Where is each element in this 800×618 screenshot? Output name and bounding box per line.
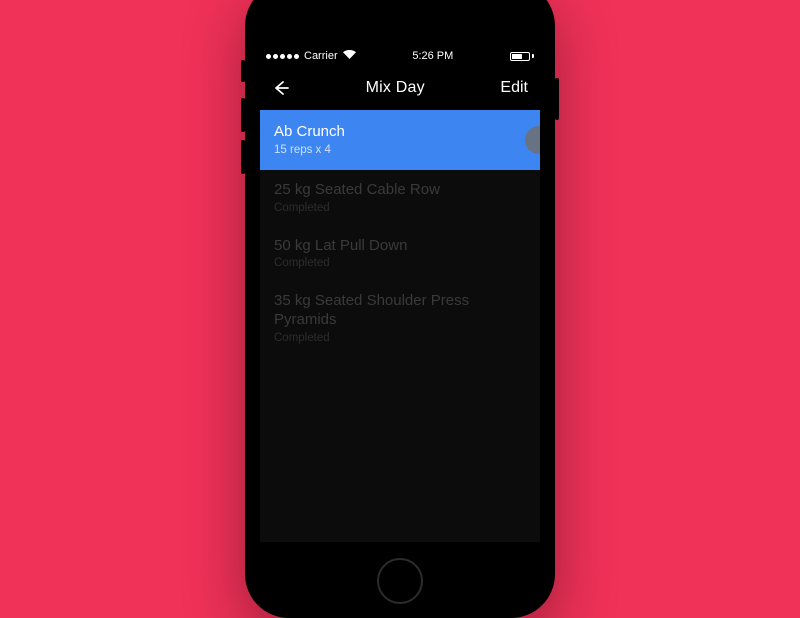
wifi-icon <box>343 50 356 62</box>
exercise-subtitle: Completed <box>274 257 526 269</box>
exercise-row[interactable]: 25 kg Seated Cable Row Completed <box>260 170 540 226</box>
edit-button[interactable]: Edit <box>500 79 528 97</box>
clock: 5:26 PM <box>412 50 453 62</box>
exercise-name: 35 kg Seated Shoulder Press Pyramids <box>274 292 526 330</box>
status-bar: Carrier 5:26 PM <box>260 46 540 66</box>
exercise-subtitle: 15 reps x 4 <box>274 144 526 156</box>
mute-switch <box>241 60 245 82</box>
exercise-name: 50 kg Lat Pull Down <box>274 237 526 256</box>
exercise-list: Ab Crunch 15 reps x 4 25 kg Seated Cable… <box>260 110 540 356</box>
back-button[interactable] <box>272 79 290 97</box>
exercise-row[interactable]: 35 kg Seated Shoulder Press Pyramids Com… <box>260 281 540 356</box>
exercise-subtitle: Completed <box>274 332 526 344</box>
exercise-name: Ab Crunch <box>274 123 526 142</box>
exercise-subtitle: Completed <box>274 202 526 214</box>
exercise-name: 25 kg Seated Cable Row <box>274 181 526 200</box>
nav-bar: Mix Day Edit <box>260 66 540 110</box>
home-button[interactable] <box>377 558 423 604</box>
carrier-label: Carrier <box>304 50 338 62</box>
battery-icon <box>510 52 534 61</box>
drag-handle-icon[interactable] <box>525 126 540 154</box>
volume-up-button <box>241 98 245 132</box>
page-title: Mix Day <box>366 79 425 97</box>
phone-frame: Carrier 5:26 PM Mix Day Edit <box>245 0 555 618</box>
exercise-row[interactable]: 50 kg Lat Pull Down Completed <box>260 226 540 282</box>
volume-down-button <box>241 140 245 174</box>
power-button <box>555 78 559 120</box>
exercise-row-active[interactable]: Ab Crunch 15 reps x 4 <box>260 110 540 170</box>
arrow-left-icon <box>272 79 290 97</box>
signal-icon <box>266 54 299 59</box>
status-left: Carrier <box>266 50 356 62</box>
screen: Carrier 5:26 PM Mix Day Edit <box>260 46 540 542</box>
